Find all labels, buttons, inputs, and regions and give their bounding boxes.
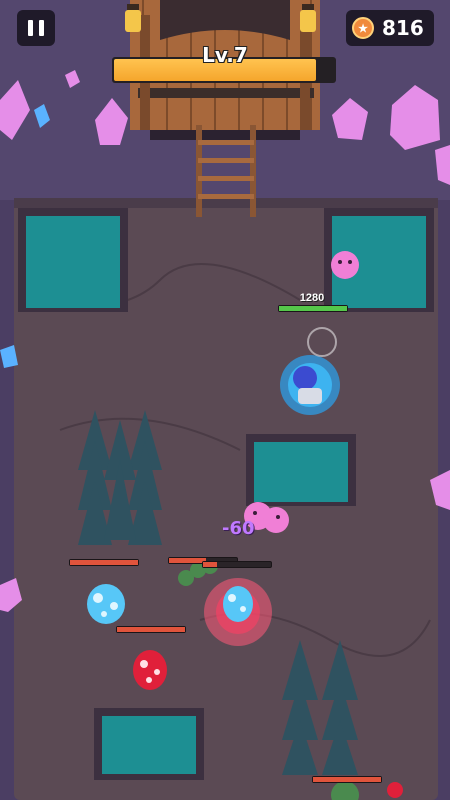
player-hp-value: 1280 [299,292,325,304]
lantern-right [300,4,316,32]
coin-icon: ★ [352,17,374,39]
level-label: Lv.7 [202,43,248,67]
enemy-hp-fill [313,777,381,782]
water-pool-bottom [94,708,204,780]
player-hp-fill [279,306,347,311]
enemy-hp-bar [69,559,139,566]
enemy-hp-bar [312,776,382,783]
coin-count: 816 [382,16,424,40]
water-pool-middle [246,434,356,506]
floating-damage-text: -60 [222,518,255,539]
enemy-hp-bar [202,561,272,568]
player-hp-bar [278,305,348,312]
pause-button[interactable] [17,10,55,46]
pink-slime-enemy-top [331,251,359,279]
enemy-hp-fill [70,560,138,565]
pine-bush-left [78,410,162,545]
enemy-hp-fill [203,562,217,567]
blue-spotted-egg-enemy [87,584,125,624]
enemy-hp-bar [116,626,186,633]
enemy-hp-fill [117,627,185,632]
enemy-hp-fill [169,558,207,563]
water-pool-top-left [18,208,128,312]
dungeon-scene [0,0,450,800]
spawn-effect [204,578,272,646]
coin-counter: ★ 816 [346,10,434,46]
lantern-left [125,4,141,32]
pause-icon [28,20,33,36]
red-spotted-egg-enemy [133,650,167,690]
